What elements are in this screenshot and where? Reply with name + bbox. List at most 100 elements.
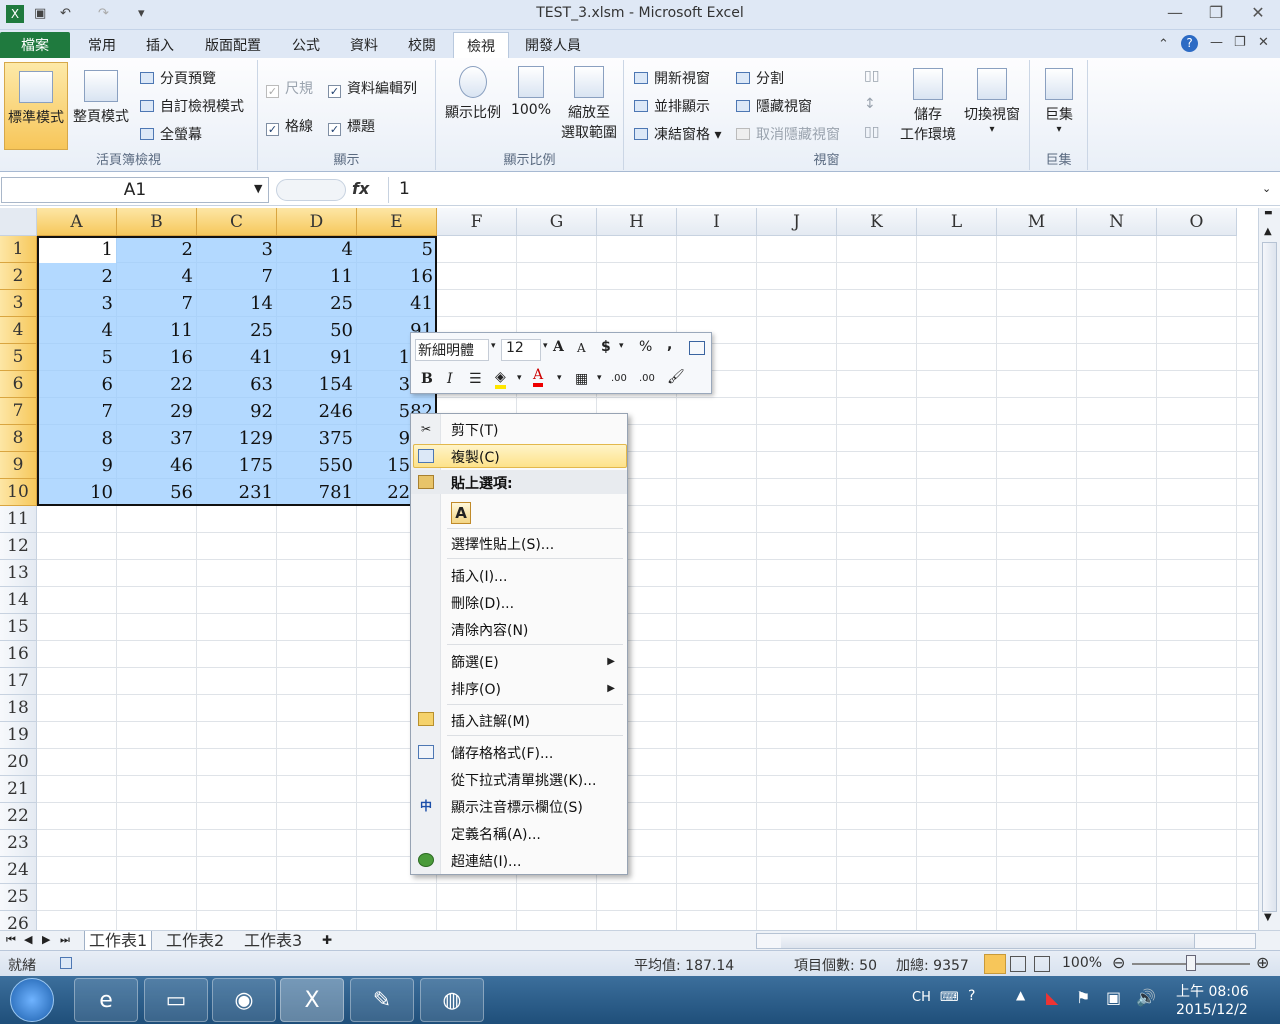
last-sheet-icon[interactable]: ⏭ <box>60 933 70 947</box>
row-header-17[interactable]: 17 <box>0 668 37 695</box>
cell-b9[interactable]: 46 <box>117 452 197 479</box>
menu-item-delete[interactable]: 刪除(D)... <box>451 593 514 613</box>
cell-c9[interactable]: 175 <box>197 452 277 479</box>
freeze-panes-button[interactable]: 凍結窗格 ▾ <box>634 124 721 144</box>
zoom-level[interactable]: 100% <box>1062 955 1102 971</box>
sheet-tab-3[interactable]: 工作表3 <box>240 931 306 951</box>
insert-sheet-icon[interactable]: ✚ <box>322 933 332 947</box>
column-header-f[interactable]: F <box>437 208 517 236</box>
cell-b2[interactable]: 4 <box>117 263 197 290</box>
menu-item-show-phonetic[interactable]: 顯示注音標示欄位(S) <box>451 797 583 817</box>
sheet-tab-2[interactable]: 工作表2 <box>162 931 228 951</box>
zoom-button[interactable]: 顯示比例 <box>440 66 506 122</box>
row-header-18[interactable]: 18 <box>0 695 37 722</box>
expand-formula-bar-icon[interactable]: ⌄ <box>1262 182 1271 195</box>
row-header-1[interactable]: 1 <box>0 236 37 263</box>
chrome-icon[interactable]: ◉ <box>212 978 276 1022</box>
formula-input[interactable]: 1 <box>388 177 1264 203</box>
action-center-flag-icon[interactable]: ⚑ <box>1076 988 1090 1007</box>
app-globe-icon[interactable]: ◍ <box>420 978 484 1022</box>
column-header-m[interactable]: M <box>997 208 1077 236</box>
row-header-15[interactable]: 15 <box>0 614 37 641</box>
cell-c2[interactable]: 7 <box>197 263 277 290</box>
volume-icon[interactable]: 🔊 <box>1136 988 1156 1007</box>
tab-review[interactable]: 校閱 <box>398 32 446 58</box>
menu-item-paste-special[interactable]: 選擇性貼上(S)... <box>451 534 554 554</box>
save-workspace-button[interactable]: 儲存 工作環境 <box>892 68 964 144</box>
column-header-h[interactable]: H <box>597 208 677 236</box>
row-header-11[interactable]: 11 <box>0 506 37 533</box>
worksheet-grid[interactable]: ABCDEFGHIJKLMNO 1 2 3 4 5 6 7 8 9 10 11 12 13 14 15 16 1… <box>0 208 1258 930</box>
select-all-corner[interactable] <box>0 208 37 236</box>
column-header-k[interactable]: K <box>837 208 917 236</box>
cell-d1[interactable]: 4 <box>277 236 357 263</box>
shrink-font-button[interactable]: A <box>577 341 586 355</box>
scroll-down-icon[interactable]: ▼ <box>1264 912 1272 923</box>
split-button[interactable]: 分割 <box>736 68 784 88</box>
cell-b1[interactable]: 2 <box>117 236 197 263</box>
row-header-20[interactable]: 20 <box>0 749 37 776</box>
show-hidden-icons-icon[interactable]: ▲ <box>1016 988 1025 1002</box>
row-header-12[interactable]: 12 <box>0 533 37 560</box>
menu-item-filter[interactable]: 篩選(E) <box>451 652 499 672</box>
workbook-minimize-icon[interactable]: — <box>1210 35 1223 50</box>
name-box[interactable]: A1 <box>1 177 269 203</box>
network-icon[interactable]: ▣ <box>1106 988 1121 1007</box>
page-layout-view-button[interactable]: 整頁模式 <box>70 70 132 126</box>
workbook-restore-icon[interactable]: ❐ <box>1234 35 1246 50</box>
split-box-icon[interactable]: ▬ <box>1264 208 1273 218</box>
next-sheet-icon[interactable]: ▶ <box>42 933 50 946</box>
tab-insert[interactable]: 插入 <box>136 32 184 58</box>
restore-icon[interactable]: ❐ <box>1203 3 1229 25</box>
cell-c6[interactable]: 63 <box>197 371 277 398</box>
menu-item-define-name[interactable]: 定義名稱(A)... <box>451 824 541 844</box>
row-header-25[interactable]: 25 <box>0 884 37 911</box>
row-header-7[interactable]: 7 <box>0 398 37 425</box>
menu-item-hyperlink[interactable]: 超連結(I)... <box>451 851 521 871</box>
horizontal-scroll-thumb[interactable] <box>781 934 1195 948</box>
menu-item-pick-from-list[interactable]: 從下拉式清單挑選(K)... <box>451 770 596 790</box>
scroll-up-icon[interactable]: ▲ <box>1264 226 1272 237</box>
tab-file[interactable]: 檔案 <box>0 32 70 58</box>
cell-a7[interactable]: 7 <box>37 398 117 425</box>
currency-dropdown-icon[interactable]: ▾ <box>619 341 624 351</box>
row-header-22[interactable]: 22 <box>0 803 37 830</box>
cell-c3[interactable]: 14 <box>197 290 277 317</box>
column-header-e[interactable]: E <box>357 208 437 236</box>
file-explorer-icon[interactable]: ▭ <box>144 978 208 1022</box>
zoom-slider-thumb[interactable] <box>1186 955 1196 971</box>
row-header-2[interactable]: 2 <box>0 263 37 290</box>
sheet-tab-1[interactable]: 工作表1 <box>84 931 153 951</box>
column-header-j[interactable]: J <box>757 208 837 236</box>
row-header-26[interactable]: 26 <box>0 911 37 930</box>
row-header-16[interactable]: 16 <box>0 641 37 668</box>
column-header-i[interactable]: I <box>677 208 757 236</box>
format-painter-icon[interactable]: 🖌 <box>667 369 685 385</box>
normal-view-status-icon[interactable] <box>984 954 1006 974</box>
gridlines-checkbox[interactable]: ✓ 格線 <box>266 116 313 136</box>
row-header-21[interactable]: 21 <box>0 776 37 803</box>
grow-font-button[interactable]: A <box>553 339 564 355</box>
cell-c4[interactable]: 25 <box>197 317 277 344</box>
keyboard-icon[interactable]: ⌨ <box>940 990 959 1005</box>
cell-a2[interactable]: 2 <box>37 263 117 290</box>
tab-page-layout[interactable]: 版面配置 <box>194 32 272 58</box>
row-header-8[interactable]: 8 <box>0 425 37 452</box>
row-header-19[interactable]: 19 <box>0 722 37 749</box>
row-header-4[interactable]: 4 <box>0 317 37 344</box>
menu-item-clear-contents[interactable]: 清除內容(N) <box>451 620 528 640</box>
currency-button[interactable]: $ <box>601 339 611 355</box>
row-header-23[interactable]: 23 <box>0 830 37 857</box>
cell-a10[interactable]: 10 <box>37 479 117 506</box>
close-icon[interactable]: ✕ <box>1245 3 1271 25</box>
start-button-icon[interactable] <box>10 978 54 1022</box>
antivirus-icon[interactable]: ◣ <box>1046 988 1058 1007</box>
clock-time[interactable]: 上午 08:06 <box>1176 981 1249 1001</box>
column-header-a[interactable]: A <box>37 208 117 236</box>
unhide-window-button[interactable]: 取消隱藏視窗 <box>736 124 840 144</box>
cell-e2[interactable]: 16 <box>357 263 437 290</box>
name-box-dropdown-icon[interactable]: ▼ <box>254 182 262 195</box>
font-color-dropdown-icon[interactable]: ▾ <box>557 373 562 383</box>
row-header-3[interactable]: 3 <box>0 290 37 317</box>
tab-formulas[interactable]: 公式 <box>282 32 330 58</box>
